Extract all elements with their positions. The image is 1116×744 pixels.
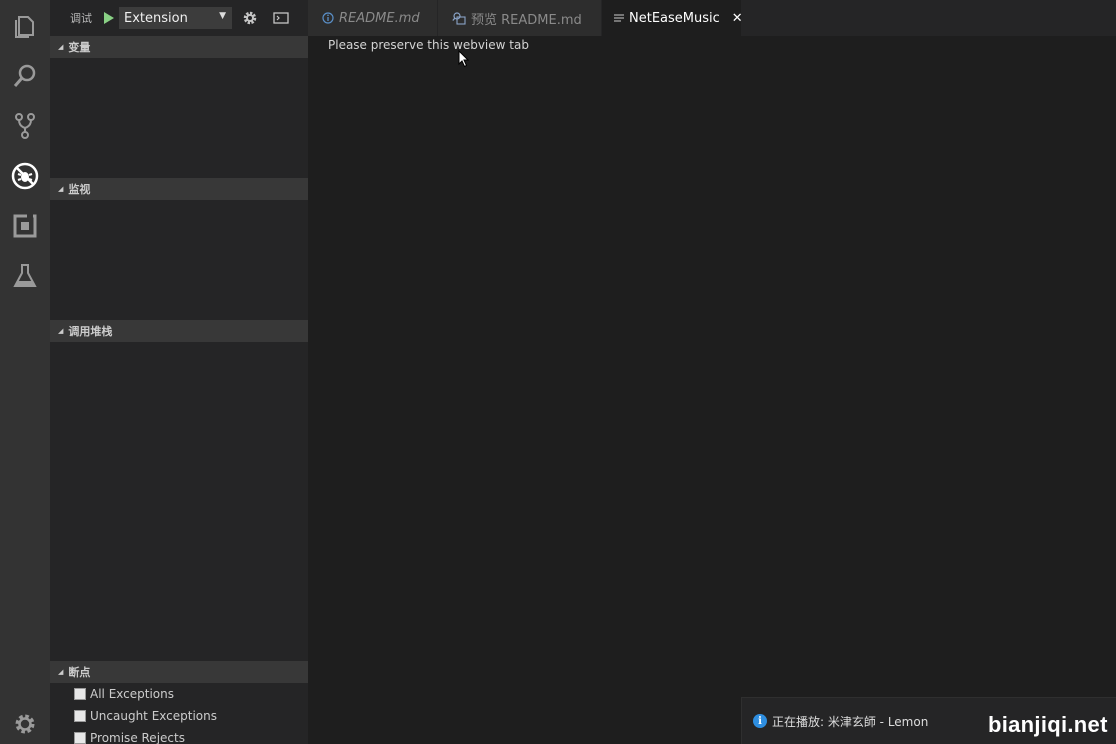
debug-icon[interactable] [0, 151, 50, 201]
terminal-icon [273, 12, 289, 24]
breakpoint-label: Promise Rejects [90, 731, 185, 744]
scrollbar[interactable] [1102, 36, 1116, 744]
debug-config-value: Extension [124, 10, 188, 26]
section-variables[interactable]: ◢ 变量 [50, 36, 308, 58]
notification-message: 正在播放: 米津玄師 - Lemon [772, 714, 929, 729]
gear-icon [243, 11, 257, 25]
tab-label: 预览 README.md [471, 12, 582, 28]
tab-label: README.md [339, 10, 420, 26]
mouse-cursor-icon [458, 50, 470, 68]
section-label: 断点 [68, 666, 91, 679]
webview-editor: Please preserve this webview tab [308, 36, 1116, 744]
collapse-triangle-icon: ◢ [58, 327, 64, 335]
debug-title: 调试 [70, 12, 92, 25]
gear-icon[interactable] [0, 699, 50, 744]
checkbox[interactable] [74, 688, 86, 700]
collapse-triangle-icon: ◢ [58, 668, 64, 676]
section-call-stack[interactable]: ◢ 调用堆栈 [50, 320, 308, 342]
breakpoint-promise-rejects[interactable]: Promise Rejects [74, 727, 185, 744]
checkbox[interactable] [74, 732, 86, 744]
section-breakpoints[interactable]: ◢ 断点 [50, 661, 308, 683]
collapse-triangle-icon: ◢ [58, 43, 64, 51]
play-icon [104, 12, 114, 24]
section-label: 调用堆栈 [68, 325, 113, 338]
debug-toolbar: 调试 Extension ▼ [50, 0, 308, 36]
tab-readme[interactable]: README.md [308, 0, 437, 36]
activity-bar [0, 0, 50, 744]
source-control-icon[interactable] [0, 101, 50, 151]
checkbox[interactable] [74, 710, 86, 722]
chevron-down-icon: ▼ [219, 11, 226, 21]
preview-icon [452, 11, 466, 25]
tab-neteasemusic[interactable]: NetEaseMusic ✕ [602, 0, 743, 36]
close-icon[interactable]: ✕ [732, 11, 743, 26]
search-icon[interactable] [0, 51, 50, 101]
lines-icon [614, 13, 624, 23]
extensions-icon[interactable] [0, 201, 50, 251]
breakpoint-all-exceptions[interactable]: All Exceptions [74, 683, 174, 705]
vscode-window: 调试 Extension ▼ ◢ 变量 ◢ 监视 ◢ 调用堆栈 ◢ 断点 All… [0, 0, 1116, 744]
info-icon [322, 12, 334, 24]
debug-console-button[interactable] [268, 7, 294, 29]
explorer-icon[interactable] [0, 1, 50, 51]
section-label: 变量 [68, 41, 91, 54]
section-label: 监视 [68, 183, 91, 196]
breakpoint-uncaught-exceptions[interactable]: Uncaught Exceptions [74, 705, 217, 727]
tab-preview-readme[interactable]: 预览 README.md [438, 0, 601, 36]
start-debug-button[interactable] [99, 8, 119, 28]
test-flask-icon[interactable] [0, 251, 50, 301]
section-watch[interactable]: ◢ 监视 [50, 178, 308, 200]
debug-sidebar: 调试 Extension ▼ ◢ 变量 ◢ 监视 ◢ 调用堆栈 ◢ 断点 All… [50, 0, 308, 744]
watermark: bianjiqi.net [988, 712, 1108, 737]
collapse-triangle-icon: ◢ [58, 185, 64, 193]
breakpoint-label: All Exceptions [90, 687, 174, 701]
info-icon: i [753, 714, 767, 728]
debug-config-select[interactable]: Extension ▼ [119, 7, 232, 29]
debug-settings-button[interactable] [237, 7, 263, 29]
editor-tab-bar: README.md 预览 README.md NetEaseMusic ✕ [308, 0, 1116, 36]
tab-label: NetEaseMusic [629, 10, 720, 26]
breakpoint-label: Uncaught Exceptions [90, 709, 217, 723]
webview-message: Please preserve this webview tab [328, 38, 529, 52]
